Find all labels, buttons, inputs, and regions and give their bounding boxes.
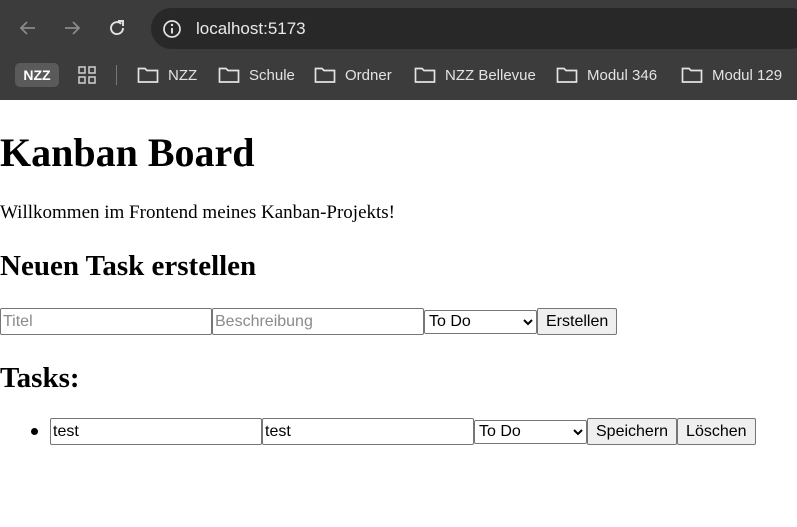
bookmarks-separator xyxy=(116,65,117,85)
delete-task-button[interactable]: Löschen xyxy=(677,418,756,445)
folder-icon xyxy=(137,67,159,83)
task-list: To Do Speichern Löschen xyxy=(0,418,756,445)
back-button[interactable] xyxy=(12,12,44,44)
bookmark-nzz-badge[interactable]: NZZ xyxy=(15,63,59,87)
bookmark-label: NZZ xyxy=(168,66,198,84)
bookmark-label: Schule xyxy=(249,66,295,84)
folder-icon xyxy=(314,67,336,83)
page-content: Kanban Board Willkommen im Frontend mein… xyxy=(0,100,797,527)
reload-button[interactable] xyxy=(101,12,133,44)
arrow-left-icon xyxy=(19,21,35,35)
bookmark-folder-schule[interactable]: Schule xyxy=(218,63,295,87)
bookmark-folder-nzz-bellevue[interactable]: NZZ Bellevue xyxy=(414,63,536,87)
arrow-right-icon xyxy=(65,21,81,35)
folder-icon xyxy=(556,67,578,83)
site-info-icon[interactable] xyxy=(161,18,183,40)
bookmark-folder-modul-346[interactable]: Modul 346 xyxy=(556,63,657,87)
reload-icon xyxy=(110,20,124,36)
bookmark-label: Modul 129 xyxy=(712,66,783,84)
folder-icon xyxy=(414,67,436,83)
save-task-button[interactable]: Speichern xyxy=(587,418,678,445)
task-status-dropdown[interactable]: To Do xyxy=(474,419,587,444)
create-task-heading: Neuen Task erstellen xyxy=(0,250,257,282)
bookmark-label: Ordner xyxy=(345,66,392,84)
address-url: localhost:5173 xyxy=(196,18,306,38)
task-title-input[interactable] xyxy=(0,308,212,335)
task-list-item: To Do Speichern Löschen xyxy=(0,418,756,445)
task-status-select[interactable]: To Do xyxy=(424,309,537,334)
bookmark-label: Modul 346 xyxy=(587,66,658,84)
bookmark-folder-ordner[interactable]: Ordner xyxy=(314,63,392,87)
bookmark-folder-modul-129[interactable]: Modul 129 xyxy=(681,63,782,87)
browser-chrome: localhost:5173 NZZ NZZ Schule Ordner NZZ… xyxy=(0,0,797,100)
create-task-button[interactable]: Erstellen xyxy=(537,308,618,335)
task-title-field[interactable] xyxy=(50,418,262,445)
bookmark-folder-nzz[interactable]: NZZ xyxy=(137,63,197,87)
bookmarks-bar: NZZ NZZ Schule Ordner NZZ Bellevue Modul… xyxy=(0,60,797,90)
bookmark-label: NZZ Bellevue xyxy=(445,66,536,84)
task-description-field[interactable] xyxy=(262,418,474,445)
folder-icon xyxy=(218,67,240,83)
list-bullet xyxy=(31,428,38,435)
tasks-heading: Tasks: xyxy=(0,362,80,394)
welcome-text: Willkommen im Frontend meines Kanban-Pro… xyxy=(0,202,396,223)
forward-button[interactable] xyxy=(56,12,88,44)
apps-grid-icon[interactable] xyxy=(77,65,97,85)
folder-icon xyxy=(681,67,703,83)
create-task-form: To Do Erstellen xyxy=(0,308,618,335)
address-bar[interactable]: localhost:5173 xyxy=(151,8,797,49)
page-title: Kanban Board xyxy=(0,130,255,175)
task-description-input[interactable] xyxy=(212,308,424,335)
